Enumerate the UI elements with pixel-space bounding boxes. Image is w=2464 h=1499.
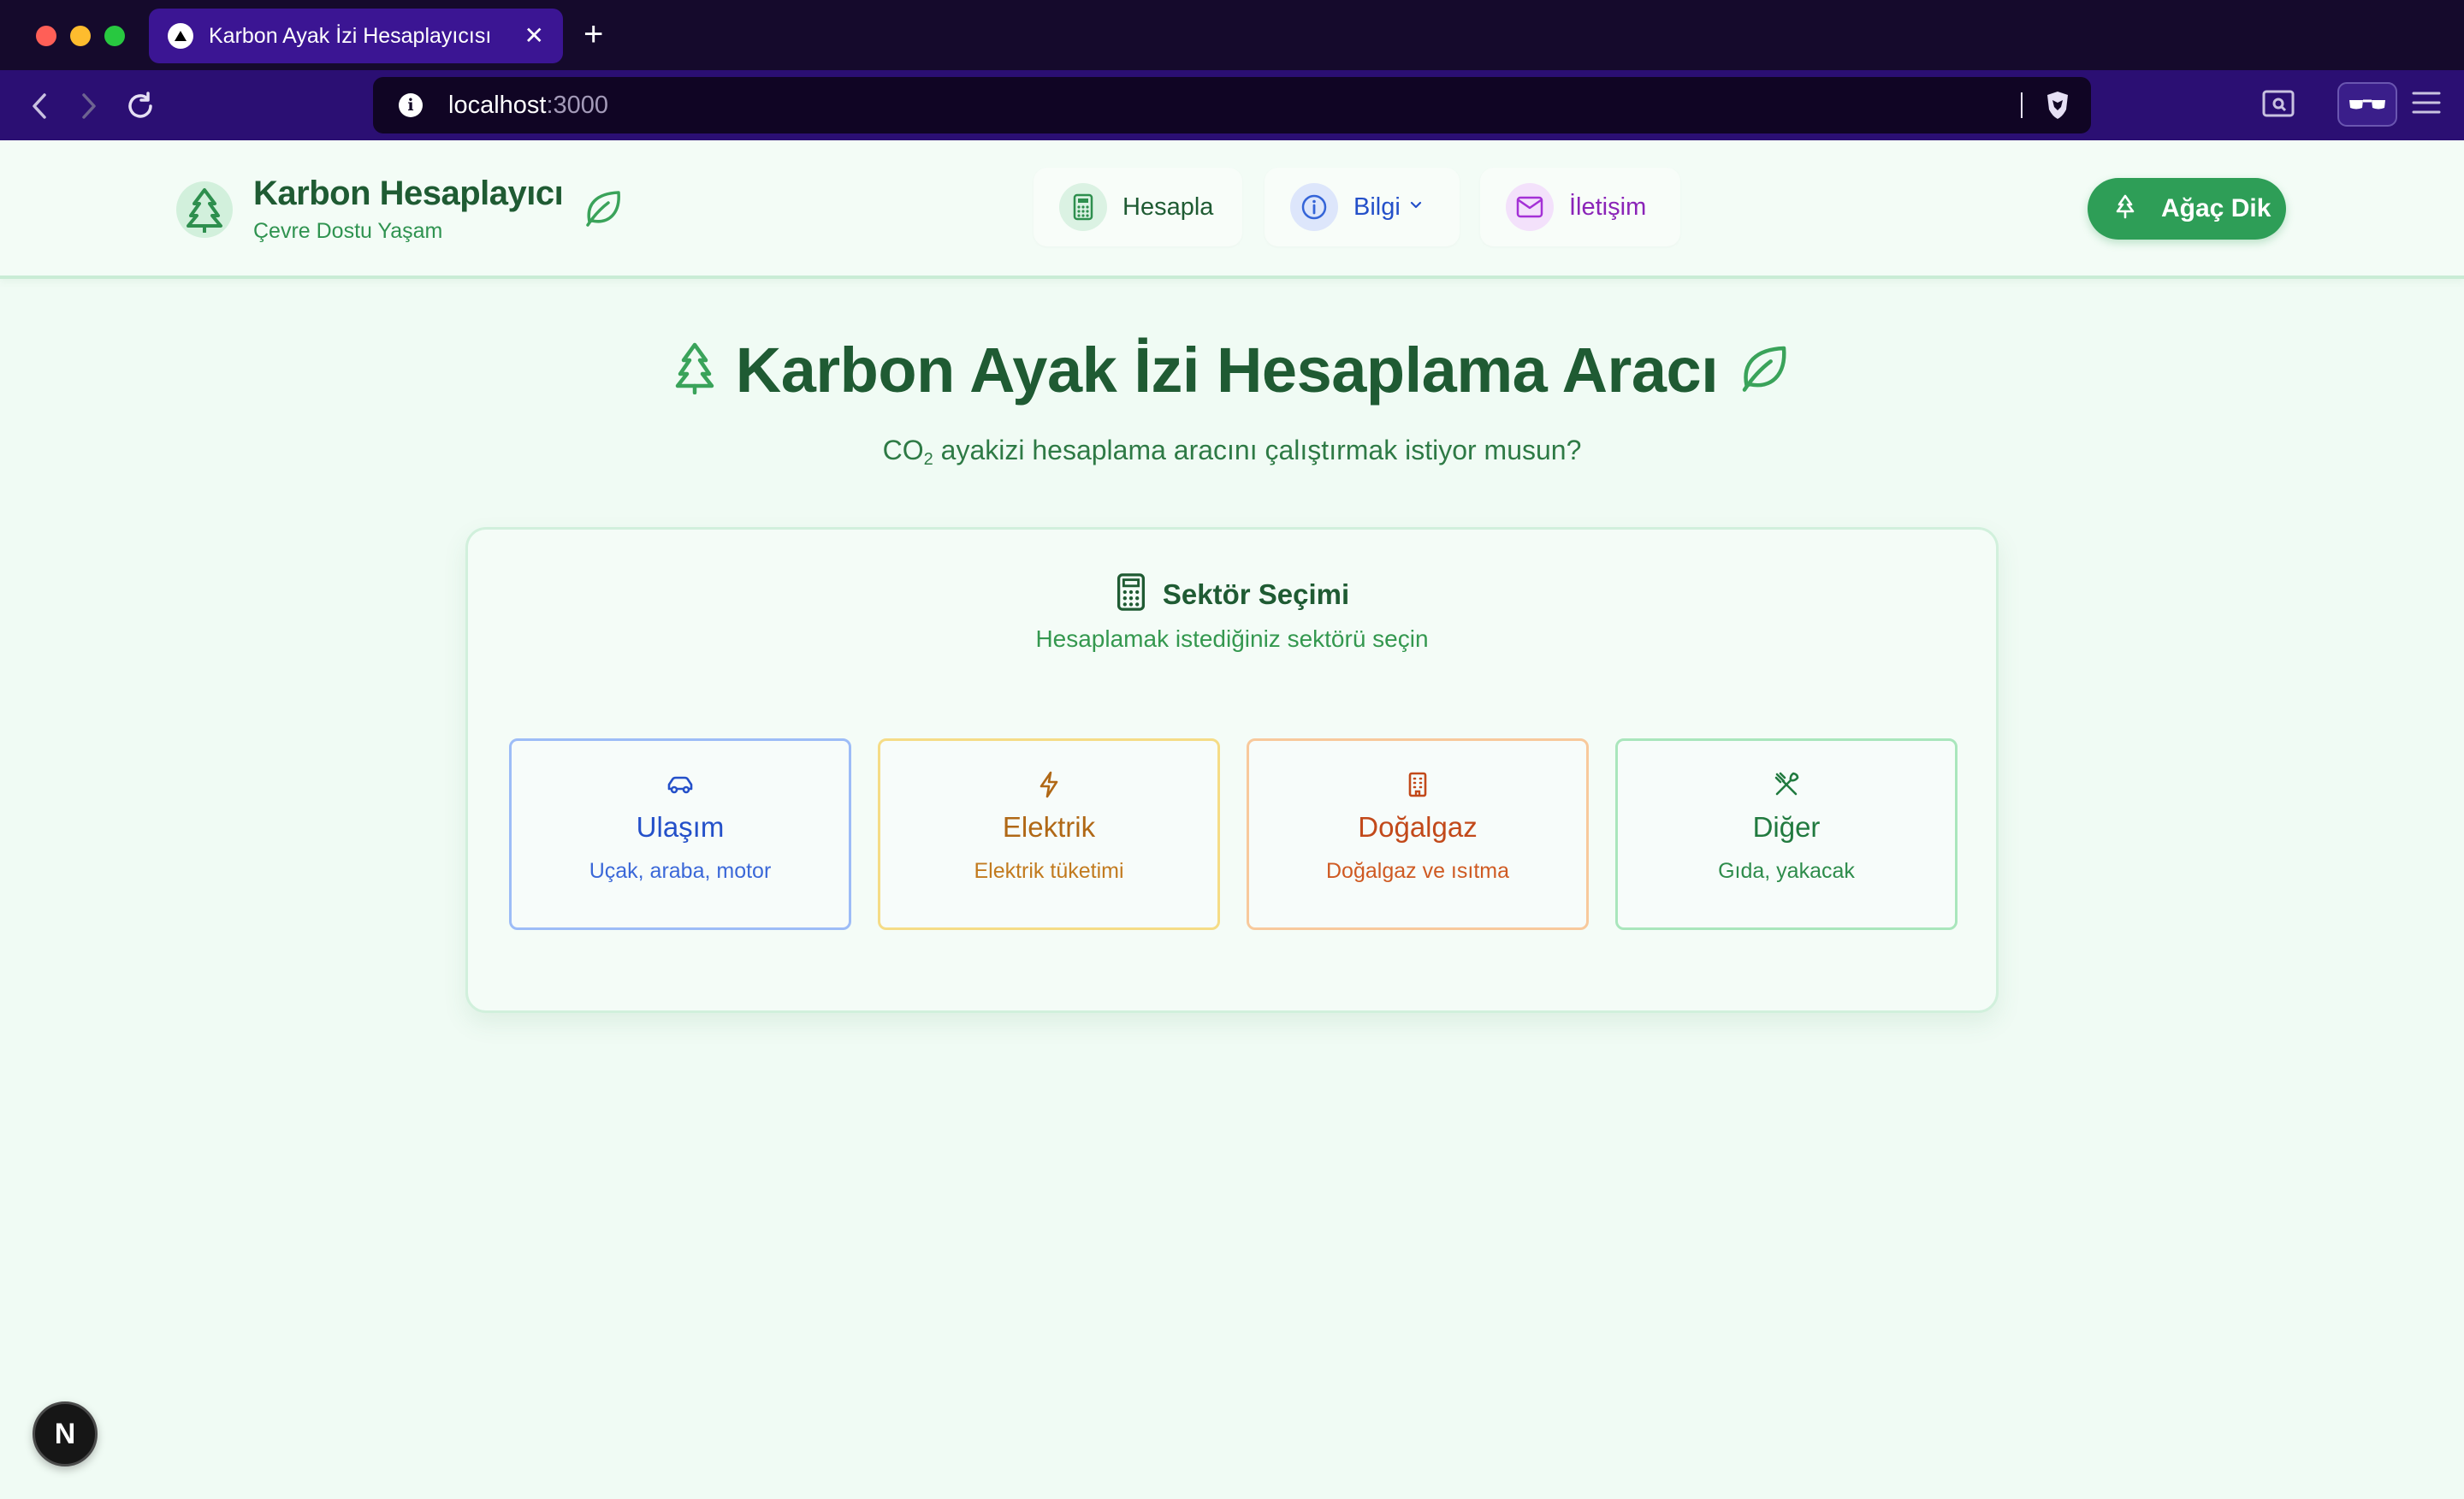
browser-tab-active[interactable]: Karbon Ayak İzi Hesaplayıcısı ✕ xyxy=(149,9,563,63)
zap-icon xyxy=(1038,771,1060,798)
tab-title: Karbon Ayak İzi Hesaplayıcısı xyxy=(209,23,492,48)
calculator-icon xyxy=(1059,183,1107,231)
sector-selection-card: Sektör Seçimi Hesaplamak istediğiniz sek… xyxy=(465,527,1999,1013)
card-title: Sektör Seçimi xyxy=(1162,578,1350,610)
menu-hamburger-icon[interactable] xyxy=(2411,89,2442,121)
sector-name: Ulaşım xyxy=(636,811,725,843)
address-bar[interactable]: i localhost:3000 xyxy=(373,77,2091,133)
plant-tree-button[interactable]: Ağaç Dik xyxy=(2088,178,2286,240)
brave-shields-icon[interactable] xyxy=(2041,89,2074,121)
triangle-favicon-icon xyxy=(168,23,193,49)
sector-name: Doğalgaz xyxy=(1358,811,1478,843)
browser-toolbar: i localhost:3000 xyxy=(0,70,2464,140)
url-port: :3000 xyxy=(546,91,609,119)
chevron-down-icon xyxy=(1409,199,1423,215)
back-arrow-icon[interactable] xyxy=(22,89,56,123)
calculator-icon xyxy=(1115,572,1147,616)
new-tab-button[interactable]: + xyxy=(583,15,603,53)
subtitle-subscript: 2 xyxy=(923,450,933,469)
tree-icon xyxy=(2113,193,2137,225)
url-host: localhost xyxy=(448,91,547,119)
utensils-icon xyxy=(1773,772,1800,797)
sector-description: Gıda, yakacak xyxy=(1718,859,1855,883)
browser-tab-bar: Karbon Ayak İzi Hesaplayıcısı ✕ + xyxy=(0,0,2464,70)
screen-capture-icon[interactable] xyxy=(2262,89,2295,124)
subtitle-co: CO xyxy=(882,435,924,465)
nextjs-dev-badge[interactable]: N xyxy=(33,1401,98,1466)
nav-label-bilgi: Bilgi xyxy=(1353,193,1401,221)
nav-label-iletisim: İletişim xyxy=(1569,193,1647,221)
building-icon xyxy=(1407,772,1428,797)
nav-hesapla[interactable]: Hesapla xyxy=(1034,168,1242,246)
sector-diger-button[interactable]: Diğer Gıda, yakacak xyxy=(1615,738,1958,930)
leaf-icon xyxy=(582,187,625,234)
page-subtitle: CO2 ayakizi hesaplama aracını çalıştırma… xyxy=(0,435,2464,470)
site-info-icon[interactable]: i xyxy=(399,93,423,117)
nav-iletisim[interactable]: İletişim xyxy=(1480,168,1680,246)
sector-ulasim-button[interactable]: Ulaşım Uçak, araba, motor xyxy=(509,738,851,930)
tab-close-icon[interactable]: ✕ xyxy=(524,24,544,48)
nav-bilgi[interactable]: Bilgi xyxy=(1265,168,1460,246)
page-title-row: Karbon Ayak İzi Hesaplama Aracı xyxy=(0,334,2464,406)
sector-name: Elektrik xyxy=(1002,811,1096,843)
sector-name: Diğer xyxy=(1752,811,1821,843)
sector-elektrik-button[interactable]: Elektrik Elektrik tüketimi xyxy=(878,738,1220,930)
forward-arrow-icon[interactable] xyxy=(72,89,106,123)
info-icon xyxy=(1290,183,1338,231)
brand-title[interactable]: Karbon Hesaplayıcı xyxy=(253,175,564,213)
card-header: Sektör Seçimi xyxy=(468,572,1996,616)
mail-icon xyxy=(1506,183,1554,231)
page-title: Karbon Ayak İzi Hesaplama Aracı xyxy=(735,335,1719,406)
brand-subtitle: Çevre Dostu Yaşam xyxy=(253,219,443,243)
window-minimize-button[interactable] xyxy=(70,26,91,46)
sector-description: Doğalgaz ve ısıtma xyxy=(1326,859,1509,883)
site-header: Karbon Hesaplayıcı Çevre Dostu Yaşam Hes… xyxy=(0,140,2464,279)
window-close-button[interactable] xyxy=(36,26,56,46)
sector-dogalgaz-button[interactable]: Doğalgaz Doğalgaz ve ısıtma xyxy=(1247,738,1589,930)
subtitle-text: ayakizi hesaplama aracını çalıştırmak is… xyxy=(933,435,1582,465)
plant-tree-label: Ağaç Dik xyxy=(2161,194,2272,222)
sector-description: Elektrik tüketimi xyxy=(974,859,1124,883)
reload-icon[interactable] xyxy=(123,89,157,123)
sector-description: Uçak, araba, motor xyxy=(589,859,772,883)
window-zoom-button[interactable] xyxy=(104,26,125,46)
car-icon xyxy=(666,772,695,797)
reader-glasses-icon[interactable] xyxy=(2337,82,2397,131)
nav-label-hesapla: Hesapla xyxy=(1122,193,1214,221)
url-divider xyxy=(2021,92,2023,118)
tree-icon xyxy=(672,341,717,399)
leaf-icon xyxy=(1737,341,1792,400)
card-description: Hesaplamak istediğiniz sektörü seçin xyxy=(1035,625,1429,652)
logo-tree-icon[interactable] xyxy=(176,181,233,238)
